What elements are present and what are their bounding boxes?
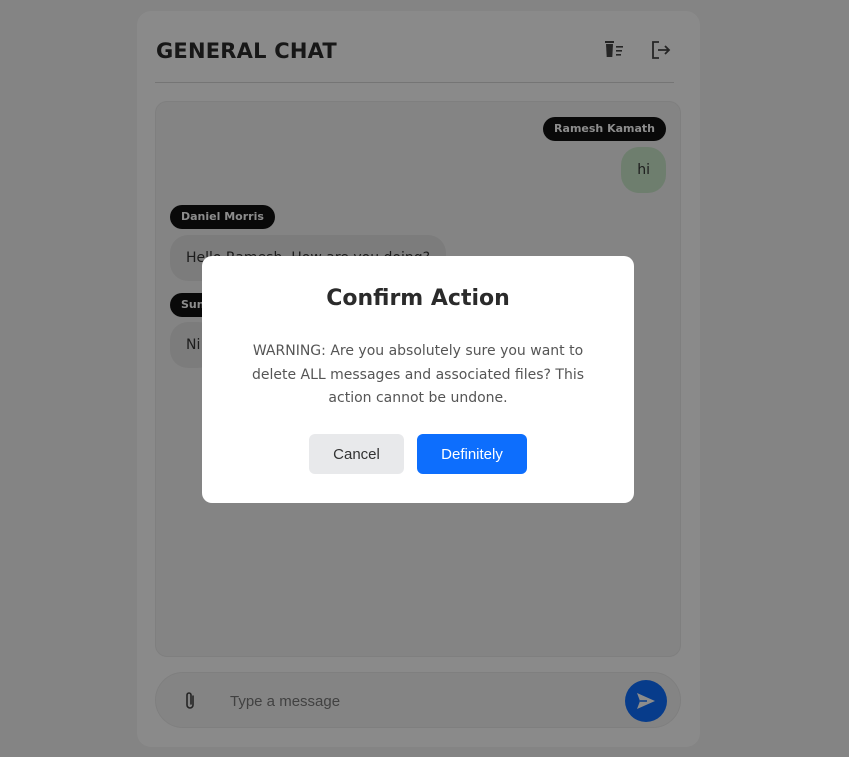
dialog-message: WARNING: Are you absolutely sure you wan… bbox=[251, 343, 585, 406]
cancel-button[interactable]: Cancel bbox=[309, 434, 404, 474]
dialog-actions: Cancel Definitely bbox=[202, 434, 634, 474]
confirm-dialog: Confirm Action WARNING: Are you absolute… bbox=[202, 256, 634, 503]
dialog-title: Confirm Action bbox=[326, 286, 510, 311]
confirm-delete-button[interactable]: Definitely bbox=[417, 434, 527, 474]
